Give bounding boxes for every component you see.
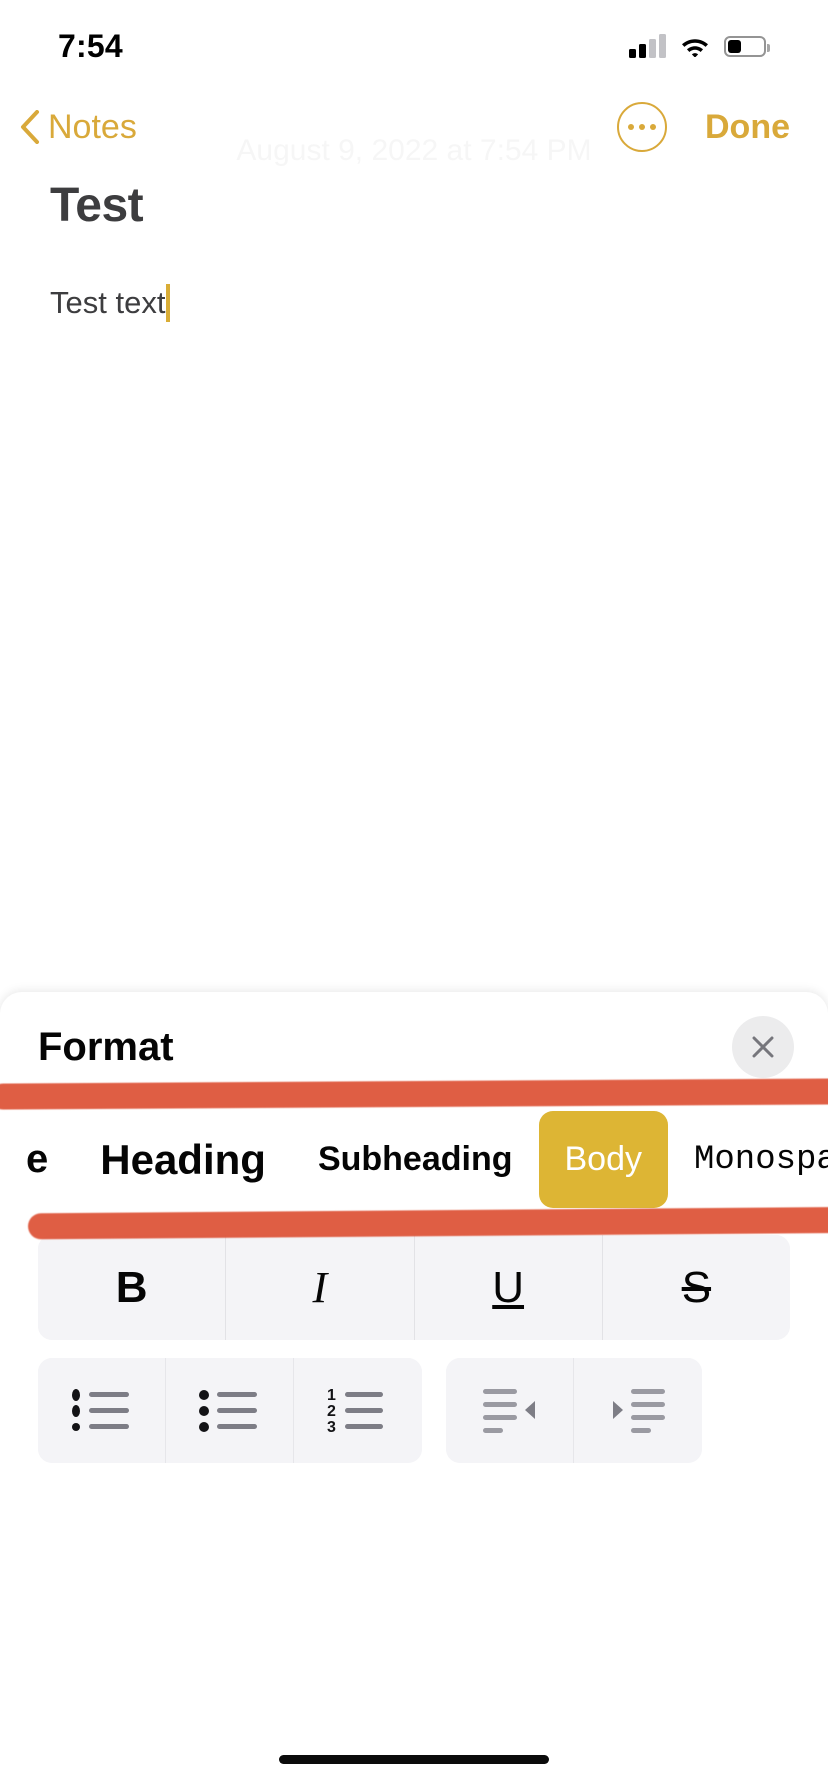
note-date-label: August 9, 2022 at 7:54 PM	[236, 134, 592, 167]
bold-button[interactable]: B	[38, 1235, 227, 1340]
outdent-icon	[482, 1388, 535, 1433]
format-panel-header: Format	[0, 992, 828, 1102]
dashed-list-button[interactable]	[38, 1358, 166, 1463]
strikethrough-button[interactable]: S	[602, 1235, 790, 1340]
svg-text:2: 2	[327, 1403, 336, 1420]
dashed-list-icon	[71, 1388, 129, 1431]
notes-app-screen: 7:54 Notes Done August 9, 2022 at 7:54 P…	[0, 0, 828, 1792]
italic-button[interactable]: I	[226, 1235, 415, 1340]
style-chip-body[interactable]: Body	[538, 1111, 668, 1208]
svg-text:3: 3	[327, 1419, 336, 1436]
underline-button[interactable]: U	[414, 1235, 603, 1340]
style-chip-subheading[interactable]: Subheading	[292, 1111, 539, 1208]
status-bar-indicators	[629, 34, 770, 58]
cellular-signal-icon	[629, 34, 666, 58]
wifi-icon	[682, 39, 708, 57]
bulleted-list-icon	[198, 1389, 257, 1432]
style-chip-heading[interactable]: Heading	[74, 1111, 292, 1208]
text-cursor	[166, 284, 171, 322]
list-and-indent-row: 1 2 3	[38, 1358, 790, 1463]
format-panel-title: Format	[38, 1024, 174, 1069]
close-icon	[752, 1036, 774, 1058]
svg-text:1: 1	[327, 1387, 336, 1404]
note-title[interactable]: Test	[50, 178, 144, 233]
list-button-group: 1 2 3	[38, 1358, 422, 1463]
format-panel: Format e Heading Subheading Body Monospa…	[0, 992, 828, 1792]
indent-button-group	[446, 1358, 702, 1463]
paragraph-style-scroller[interactable]: e Heading Subheading Body Monospac	[0, 1102, 828, 1217]
numbered-list-icon: 1 2 3	[327, 1387, 383, 1436]
style-chip-title[interactable]: e	[0, 1111, 74, 1208]
status-bar-time: 7:54	[58, 27, 123, 64]
text-style-button-group: B I U S	[38, 1235, 790, 1340]
note-body-editor[interactable]: Test text	[50, 284, 171, 322]
numbered-list-button[interactable]: 1 2 3	[294, 1358, 422, 1463]
style-chip-monospaced[interactable]: Monospac	[668, 1111, 828, 1208]
status-bar: 7:54	[0, 0, 828, 88]
indent-icon	[613, 1388, 665, 1433]
note-body-text: Test text	[50, 285, 166, 320]
bulleted-list-button[interactable]	[166, 1358, 294, 1463]
indent-button[interactable]	[574, 1358, 702, 1463]
outdent-button[interactable]	[446, 1358, 574, 1463]
battery-icon	[724, 35, 770, 57]
close-button[interactable]	[732, 1016, 794, 1078]
home-indicator	[279, 1755, 549, 1764]
